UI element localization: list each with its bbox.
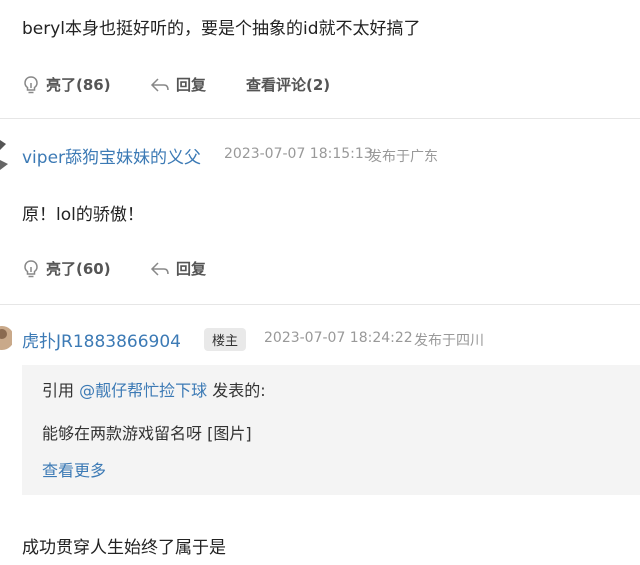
reply-button[interactable]: 回复 xyxy=(150,258,206,279)
quote-block: 引用 @靓仔帮忙捡下球 发表的: 能够在两款游戏留名呀 [图片] 查看更多 xyxy=(22,365,640,495)
reply-label: 回复 xyxy=(176,76,207,94)
view-comments-label: 查看评论(2) xyxy=(246,76,331,94)
divider xyxy=(0,304,640,305)
location: 发布于广东 xyxy=(368,149,438,165)
username[interactable]: viper舔狗宝妹妹的义父 xyxy=(22,143,201,168)
comment-text: beryl本身也挺好听的，要是个抽象的id就不太好搞了 xyxy=(22,19,421,39)
like-button[interactable]: 亮了(60) xyxy=(22,258,111,279)
timestamp: 2023-07-07 18:15:13 xyxy=(224,146,373,162)
quote-header: 引用 @靓仔帮忙捡下球 发表的: xyxy=(42,377,266,401)
reply-button[interactable]: 回复 xyxy=(150,74,206,95)
lightbulb-icon xyxy=(24,75,38,93)
comment-text: 成功贯穿人生始终了属于是 xyxy=(22,538,226,558)
op-badge: 楼主 xyxy=(204,328,247,351)
reply-arrow-icon xyxy=(150,77,169,92)
like-button[interactable]: 亮了(86) xyxy=(22,74,111,95)
quote-prefix: 引用 xyxy=(42,381,75,400)
like-label: 亮了(86) xyxy=(46,76,111,94)
lightbulb-icon xyxy=(24,259,38,277)
reply-arrow-icon xyxy=(150,261,169,276)
comment-text: 原！lol的骄傲！ xyxy=(22,205,144,225)
timestamp: 2023-07-07 18:24:22 xyxy=(264,330,413,346)
view-more-link[interactable]: 查看更多 xyxy=(42,457,106,481)
quote-text: 能够在两款游戏留名呀 [图片] xyxy=(42,424,252,443)
quote-suffix: 发表的: xyxy=(212,381,266,400)
location: 发布于四川 xyxy=(414,333,484,349)
reply-label: 回复 xyxy=(176,260,207,278)
username[interactable]: 虎扑JR1883866904 xyxy=(22,327,181,352)
avatar[interactable] xyxy=(0,134,12,174)
like-label: 亮了(60) xyxy=(46,260,111,278)
divider xyxy=(0,118,640,119)
view-comments-button[interactable]: 查看评论(2) xyxy=(246,74,330,95)
quote-author-link[interactable]: @靓仔帮忙捡下球 xyxy=(79,381,207,400)
avatar[interactable] xyxy=(0,318,12,358)
